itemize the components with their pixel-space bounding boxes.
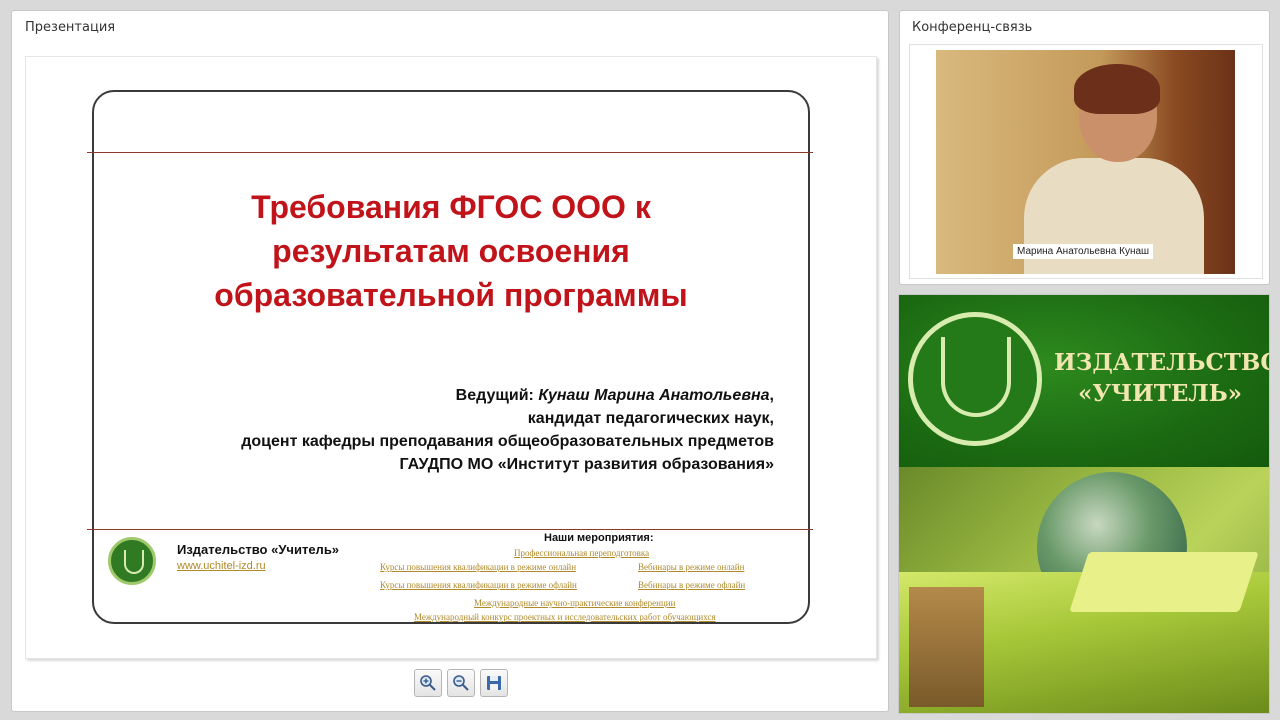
event-link[interactable]: Курсы повышения квалификации в режиме он… [380, 562, 576, 572]
banner-image [899, 467, 1269, 713]
slide-title-line: образовательной программы [214, 277, 688, 313]
banner-title-line: «УЧИТЕЛЬ» [1077, 380, 1243, 407]
slide-title-line: результатам освоения [272, 233, 630, 269]
save-icon [487, 676, 501, 690]
wood-blocks-image [909, 587, 984, 707]
publisher-site-link[interactable]: www.uchitel-izd.ru [177, 560, 266, 572]
conference-panel-title: Конференц-связь [912, 20, 1033, 35]
participant-video[interactable] [936, 50, 1235, 274]
event-link[interactable]: Вебинары в режиме онлайн [638, 562, 744, 572]
slide-top-rule [87, 152, 813, 153]
banner-header: ИЗДАТЕЛЬСТВО «УЧИТЕЛЬ» [899, 295, 1270, 467]
publisher-logo [108, 537, 156, 585]
zoom-in-icon [420, 675, 436, 691]
slide-bottom-rule [87, 529, 813, 530]
presentation-panel: Презентация Требования ФГОС ООО к резуль… [11, 10, 889, 712]
slide-viewer[interactable]: Требования ФГОС ООО к результатам освоен… [25, 56, 877, 659]
presentation-panel-title: Презентация [25, 20, 116, 35]
video-container: Марина Анатольевна Кунаш [909, 44, 1263, 279]
publisher-banner: ИЗДАТЕЛЬСТВО «УЧИТЕЛЬ» [898, 294, 1270, 714]
conference-panel: Конференц-связь Марина Анатольевна Кунаш [899, 10, 1270, 285]
banner-title-line: ИЗДАТЕЛЬСТВО [1054, 349, 1270, 376]
zoom-in-button[interactable] [414, 669, 442, 697]
banner-title: ИЗДАТЕЛЬСТВО «УЧИТЕЛЬ» [1054, 347, 1270, 409]
open-book-image [1069, 552, 1259, 612]
presentation-toolbar [402, 669, 508, 699]
presenter-position: доцент кафедры преподавания общеобразова… [241, 433, 774, 450]
presenter-name: Кунаш Марина Анатольевна [538, 387, 770, 404]
presenter-label: Ведущий: [455, 387, 534, 404]
save-button[interactable] [480, 669, 508, 697]
participant-hair [1074, 64, 1160, 114]
presenter-info: Ведущий: Кунаш Марина Анатольевна, канди… [241, 384, 774, 476]
zoom-out-icon [453, 675, 469, 691]
events-title: Наши мероприятия: [544, 532, 654, 544]
presenter-degree: кандидат педагогических наук, [527, 410, 774, 427]
event-link[interactable]: Курсы повышения квалификации в режиме оф… [380, 580, 577, 590]
event-link[interactable]: Вебинары в режиме офлайн [638, 580, 745, 590]
event-link[interactable]: Профессиональная переподготовка [514, 548, 649, 558]
event-link[interactable]: Международный конкурс проектных и исслед… [414, 612, 716, 622]
banner-logo [908, 312, 1042, 446]
publisher-name: Издательство «Учитель» [177, 542, 340, 557]
presenter-organization: ГАУДПО МО «Институт развития образования… [399, 456, 774, 473]
event-link[interactable]: Международные научно-практические конфер… [474, 598, 675, 608]
slide-title: Требования ФГОС ООО к результатам освоен… [92, 185, 810, 317]
slide-title-line: Требования ФГОС ООО к [251, 189, 651, 225]
zoom-out-button[interactable] [447, 669, 475, 697]
participant-name-tag: Марина Анатольевна Кунаш [1013, 244, 1154, 259]
